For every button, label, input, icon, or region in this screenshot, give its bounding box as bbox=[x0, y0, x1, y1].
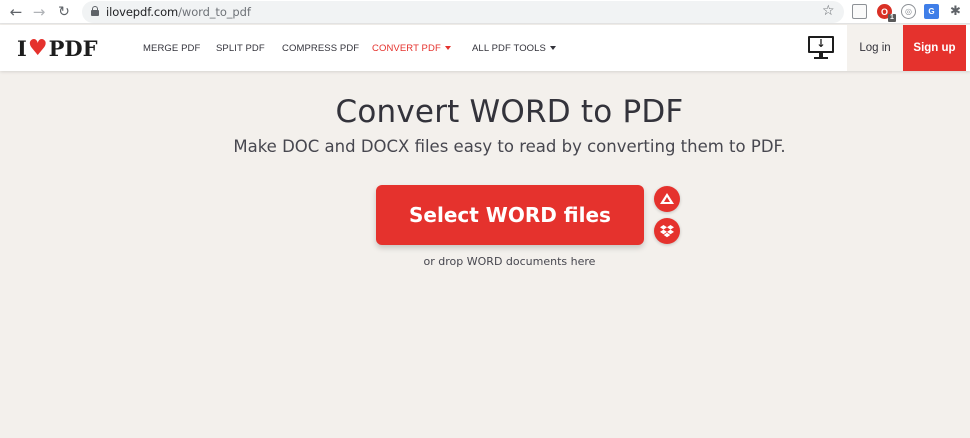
nav-all-pdf-tools[interactable]: ALL PDF TOOLS bbox=[472, 25, 556, 71]
nav-compress-pdf[interactable]: COMPRESS PDF bbox=[282, 25, 359, 71]
nav-convert-pdf[interactable]: CONVERT PDF bbox=[372, 25, 451, 71]
google-drive-button[interactable] bbox=[654, 186, 680, 212]
dropbox-button[interactable] bbox=[654, 218, 680, 244]
extension-red-icon[interactable]: O1 bbox=[877, 4, 896, 22]
nav-split-pdf[interactable]: SPLIT PDF bbox=[216, 25, 265, 71]
lock-icon bbox=[91, 6, 99, 16]
login-button[interactable]: Log in bbox=[847, 25, 903, 71]
forward-arrow-icon[interactable]: → bbox=[29, 2, 49, 22]
signup-button[interactable]: Sign up bbox=[903, 25, 966, 71]
extension-translate-icon[interactable]: G bbox=[924, 4, 939, 19]
url-host: ilovepdf.com bbox=[106, 5, 179, 19]
nav-all-label: ALL PDF TOOLS bbox=[472, 42, 546, 54]
ilovepdf-logo[interactable]: I ♥ PDF bbox=[17, 35, 97, 61]
nav-merge-pdf[interactable]: MERGE PDF bbox=[143, 25, 200, 71]
nav-convert-label: CONVERT PDF bbox=[372, 42, 441, 54]
bookmark-star-icon[interactable]: ☆ bbox=[822, 3, 835, 19]
google-drive-icon bbox=[660, 193, 674, 204]
select-files-button[interactable]: Select WORD files bbox=[376, 185, 644, 245]
browser-toolbar: ← → ↻ ilovepdf.com/word_to_pdf ☆ O1 ◎ G … bbox=[0, 0, 970, 24]
logo-letter: I bbox=[17, 35, 27, 61]
reload-icon[interactable]: ↻ bbox=[54, 2, 74, 22]
chevron-down-icon bbox=[550, 46, 556, 50]
chevron-down-icon bbox=[444, 46, 451, 50]
page-subtitle: Make DOC and DOCX files easy to read by … bbox=[233, 137, 786, 156]
desktop-download-icon[interactable]: ↓ bbox=[808, 35, 834, 61]
site-header: I ♥ PDF MERGE PDF SPLIT PDF COMPRESS PDF C… bbox=[0, 25, 970, 71]
back-arrow-icon[interactable]: ← bbox=[6, 2, 26, 22]
dropbox-icon bbox=[660, 224, 674, 237]
extension-badge: 1 bbox=[888, 14, 896, 22]
drop-hint-text: or drop WORD documents here bbox=[423, 255, 596, 268]
url-text[interactable]: ilovepdf.com/word_to_pdf bbox=[106, 5, 251, 19]
url-path: /word_to_pdf bbox=[178, 5, 251, 19]
extensions-puzzle-icon[interactable]: ✱ bbox=[948, 4, 963, 19]
logo-pdf: PDF bbox=[48, 35, 98, 61]
page-title: Convert WORD to PDF bbox=[335, 94, 684, 130]
extension-globe-icon[interactable]: ◎ bbox=[901, 4, 916, 19]
address-bar[interactable]: ilovepdf.com/word_to_pdf ☆ bbox=[82, 1, 844, 23]
extension-image-icon[interactable] bbox=[852, 4, 867, 19]
heart-icon: ♥ bbox=[27, 35, 48, 61]
